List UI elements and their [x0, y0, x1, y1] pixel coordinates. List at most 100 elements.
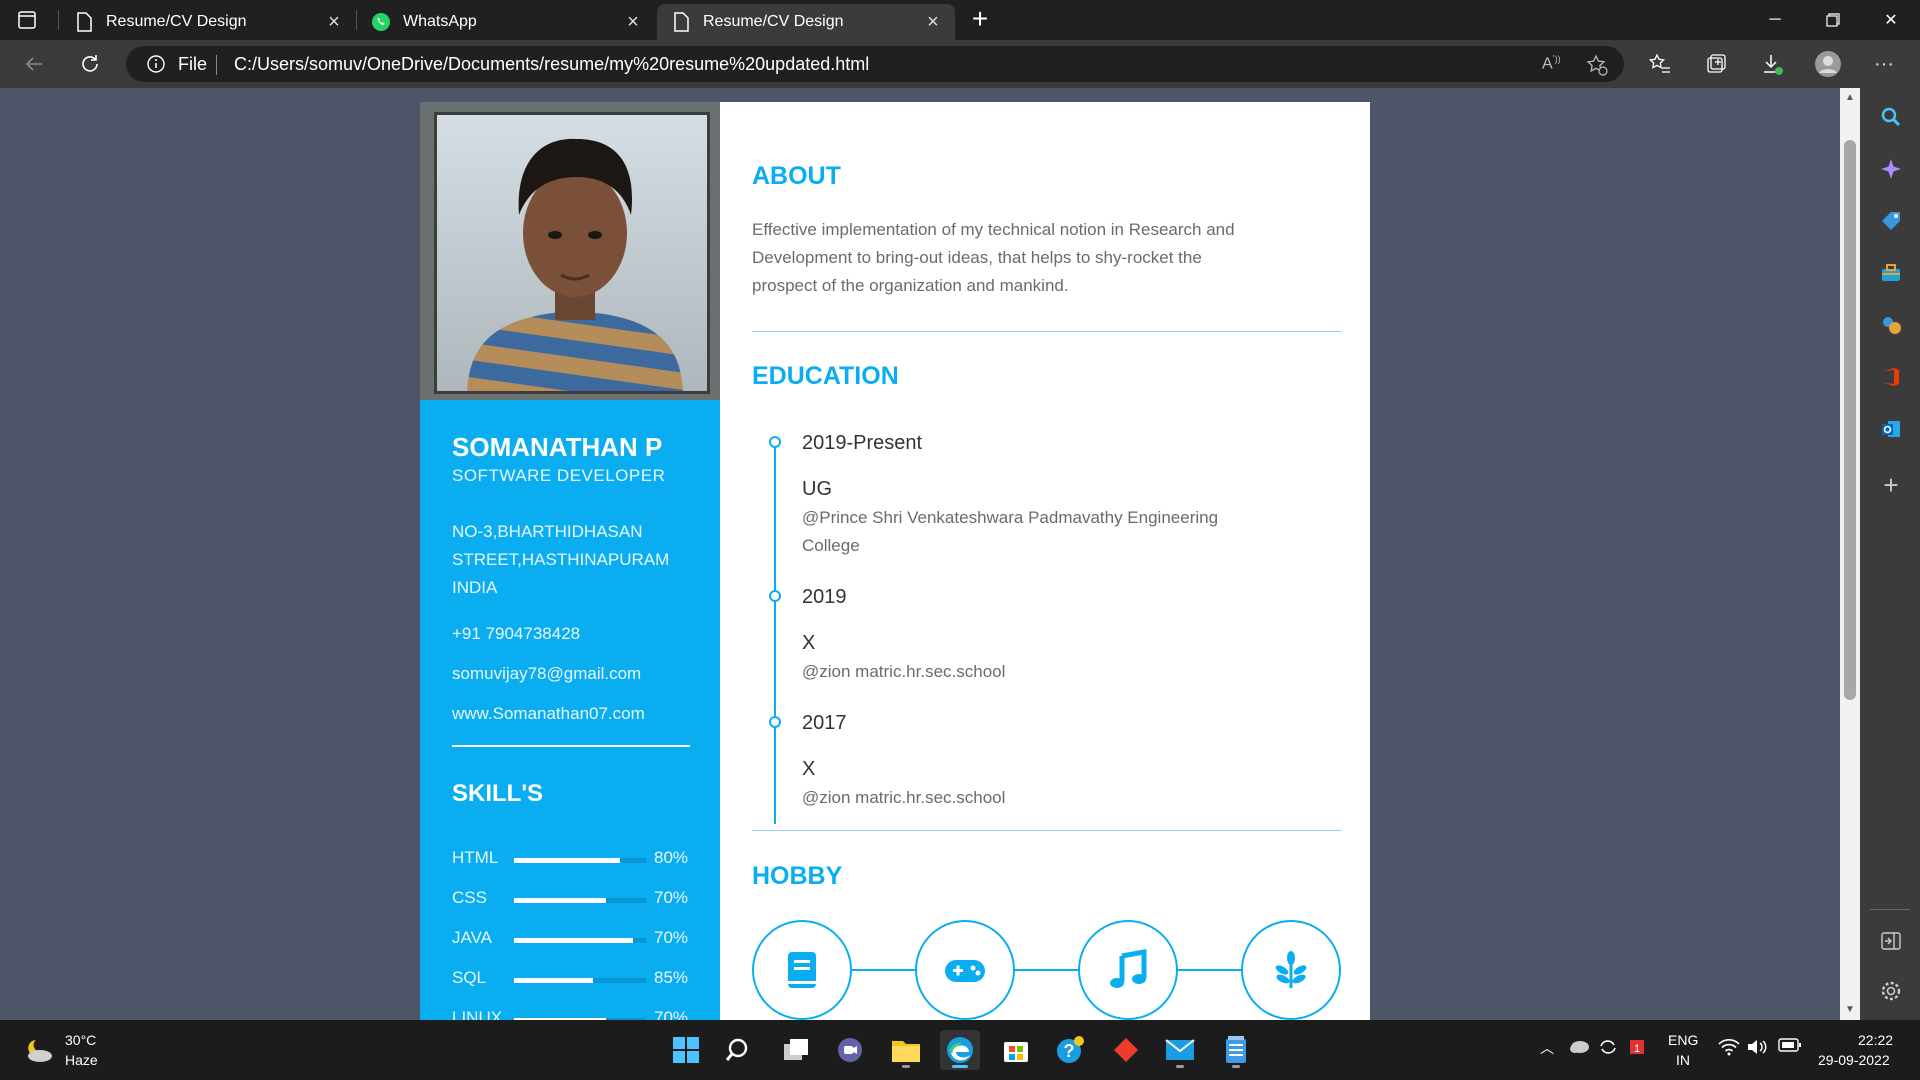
- battery-icon[interactable]: [1778, 1038, 1802, 1055]
- favorite-add-icon[interactable]: [1586, 54, 1608, 76]
- microsoft-store-icon[interactable]: [996, 1030, 1036, 1070]
- minimize-button[interactable]: ─: [1752, 0, 1798, 40]
- page-viewport: SOMANATHAN P SOFTWARE DEVELOPER NO-3,BHA…: [0, 88, 1840, 1020]
- running-indicator: [902, 1065, 910, 1068]
- volume-icon[interactable]: [1746, 1038, 1768, 1059]
- show-hidden-icons-chevron-icon[interactable]: ︿: [1540, 1038, 1554, 1058]
- institution-line: @zion matric.hr.sec.school: [802, 788, 1006, 807]
- weather-icon[interactable]: [22, 1036, 56, 1064]
- anydesk-icon[interactable]: [1106, 1030, 1146, 1070]
- url-text[interactable]: C:/Users/somuv/OneDrive/Documents/resume…: [234, 54, 869, 75]
- divider: [216, 55, 217, 75]
- about-line: Development to bring-out ideas, that hel…: [752, 248, 1202, 267]
- music-icon: [1078, 920, 1178, 1020]
- new-tab-button[interactable]: +: [966, 5, 994, 34]
- favorites-icon[interactable]: [1644, 48, 1676, 80]
- skill-percent: 70%: [654, 1008, 689, 1020]
- get-help-icon[interactable]: ?: [1050, 1030, 1090, 1070]
- address-line: INDIA: [452, 578, 498, 597]
- education-degree: X: [802, 758, 816, 780]
- address-line: NO-3,BHARTHIDHASAN: [452, 522, 643, 541]
- profile-avatar[interactable]: [1812, 48, 1844, 80]
- refresh-button[interactable]: [74, 48, 106, 80]
- edge-browser-icon[interactable]: [940, 1030, 980, 1070]
- office-icon[interactable]: [1878, 364, 1904, 390]
- teams-chat-icon[interactable]: [830, 1030, 870, 1070]
- phone-number: +91 7904738428: [452, 624, 581, 643]
- close-icon[interactable]: ×: [923, 12, 943, 32]
- skill-percent: 70%: [654, 888, 689, 907]
- add-icon[interactable]: +: [1878, 470, 1904, 500]
- shopping-tag-icon[interactable]: [1878, 208, 1904, 234]
- wifi-icon[interactable]: [1718, 1038, 1740, 1059]
- scrollbar-thumb[interactable]: [1844, 140, 1856, 700]
- start-menu-icon[interactable]: [666, 1030, 706, 1070]
- scroll-up-arrow[interactable]: ▲: [1844, 92, 1856, 104]
- clock-time[interactable]: 22:22: [1858, 1032, 1893, 1048]
- email-link[interactable]: somuvijay78@gmail.com: [452, 664, 641, 684]
- page-icon: [671, 12, 691, 32]
- region-indicator[interactable]: IN: [1676, 1052, 1690, 1068]
- outlook-icon[interactable]: [1878, 416, 1904, 442]
- skill-name: SQL: [452, 968, 487, 987]
- svg-text:1: 1: [1634, 1043, 1640, 1055]
- onedrive-cloud-icon[interactable]: [1568, 1038, 1590, 1057]
- read-aloud-icon[interactable]: Aʼ)): [1542, 54, 1564, 76]
- back-button[interactable]: [18, 48, 50, 80]
- browser-toolbar: File C:/Users/somuv/OneDrive/Documents/r…: [0, 40, 1920, 88]
- hide-sidebar-icon[interactable]: [1878, 928, 1904, 954]
- windows-taskbar: 30°C Haze ? ︿ 1 ENG IN 22:22 29-09-2022: [0, 1020, 1920, 1080]
- vertical-scrollbar[interactable]: ▲ ▼: [1840, 88, 1860, 1020]
- tab-whatsapp[interactable]: WhatsApp ×: [357, 4, 655, 40]
- skill-bar-fill: [514, 858, 620, 863]
- file-explorer-icon[interactable]: [886, 1030, 926, 1070]
- photo-frame: [434, 112, 710, 394]
- antivirus-icon[interactable]: 1: [1628, 1038, 1646, 1059]
- address-line: STREET,HASTHINAPURAM: [452, 550, 670, 569]
- games-icon[interactable]: [1878, 312, 1904, 338]
- notepad-icon[interactable]: [1216, 1030, 1256, 1070]
- settings-gear-icon[interactable]: [1878, 978, 1904, 1004]
- skill-bar: [514, 978, 646, 983]
- restore-button[interactable]: [1810, 0, 1856, 40]
- svg-text:?: ?: [1064, 1041, 1075, 1061]
- search-icon[interactable]: [1878, 104, 1904, 130]
- timeline-dot: [769, 436, 781, 448]
- skill-name: LINUX: [452, 1008, 503, 1020]
- resume-card: SOMANATHAN P SOFTWARE DEVELOPER NO-3,BHA…: [420, 102, 1370, 1020]
- tab-title: Resume/CV Design: [703, 13, 844, 30]
- close-window-button[interactable]: ✕: [1868, 0, 1914, 40]
- scroll-down-arrow[interactable]: ▼: [1844, 1004, 1856, 1016]
- task-view-icon[interactable]: [776, 1030, 816, 1070]
- sync-icon[interactable]: [1598, 1038, 1618, 1059]
- skill-name: JAVA: [452, 928, 492, 947]
- about-line: Effective implementation of my technical…: [752, 220, 1235, 239]
- divider: [1870, 909, 1910, 910]
- close-icon[interactable]: ×: [623, 12, 643, 32]
- language-indicator[interactable]: ENG: [1668, 1032, 1698, 1048]
- tab-bar: Resume/CV Design × WhatsApp × Resume/CV …: [0, 0, 1920, 40]
- education-degree: X: [802, 632, 816, 654]
- clock-date[interactable]: 29-09-2022: [1818, 1052, 1890, 1068]
- tab-resume-1[interactable]: Resume/CV Design ×: [60, 4, 356, 40]
- toolbox-icon[interactable]: [1878, 260, 1904, 286]
- website-link[interactable]: www.Somanathan07.com: [452, 704, 645, 724]
- search-icon[interactable]: [720, 1030, 760, 1070]
- running-indicator: [952, 1065, 968, 1068]
- scheme-label: File: [178, 54, 208, 74]
- institution-line: College: [802, 536, 860, 555]
- tab-actions-icon[interactable]: [16, 9, 38, 31]
- collections-icon[interactable]: [1700, 48, 1732, 80]
- close-icon[interactable]: ×: [324, 12, 344, 32]
- info-icon[interactable]: [146, 54, 166, 74]
- about-heading: ABOUT: [752, 162, 841, 190]
- resume-left-column: SOMANATHAN P SOFTWARE DEVELOPER NO-3,BHA…: [420, 102, 720, 1020]
- education-year: 2017: [802, 712, 847, 734]
- tab-resume-active[interactable]: Resume/CV Design ×: [657, 4, 955, 40]
- more-options-icon[interactable]: ···: [1868, 48, 1900, 80]
- sparkle-icon[interactable]: [1878, 156, 1904, 182]
- address-bar[interactable]: File C:/Users/somuv/OneDrive/Documents/r…: [126, 46, 1624, 82]
- gamepad-icon: [915, 920, 1015, 1020]
- downloads-icon[interactable]: [1756, 48, 1788, 80]
- mail-icon[interactable]: [1160, 1030, 1200, 1070]
